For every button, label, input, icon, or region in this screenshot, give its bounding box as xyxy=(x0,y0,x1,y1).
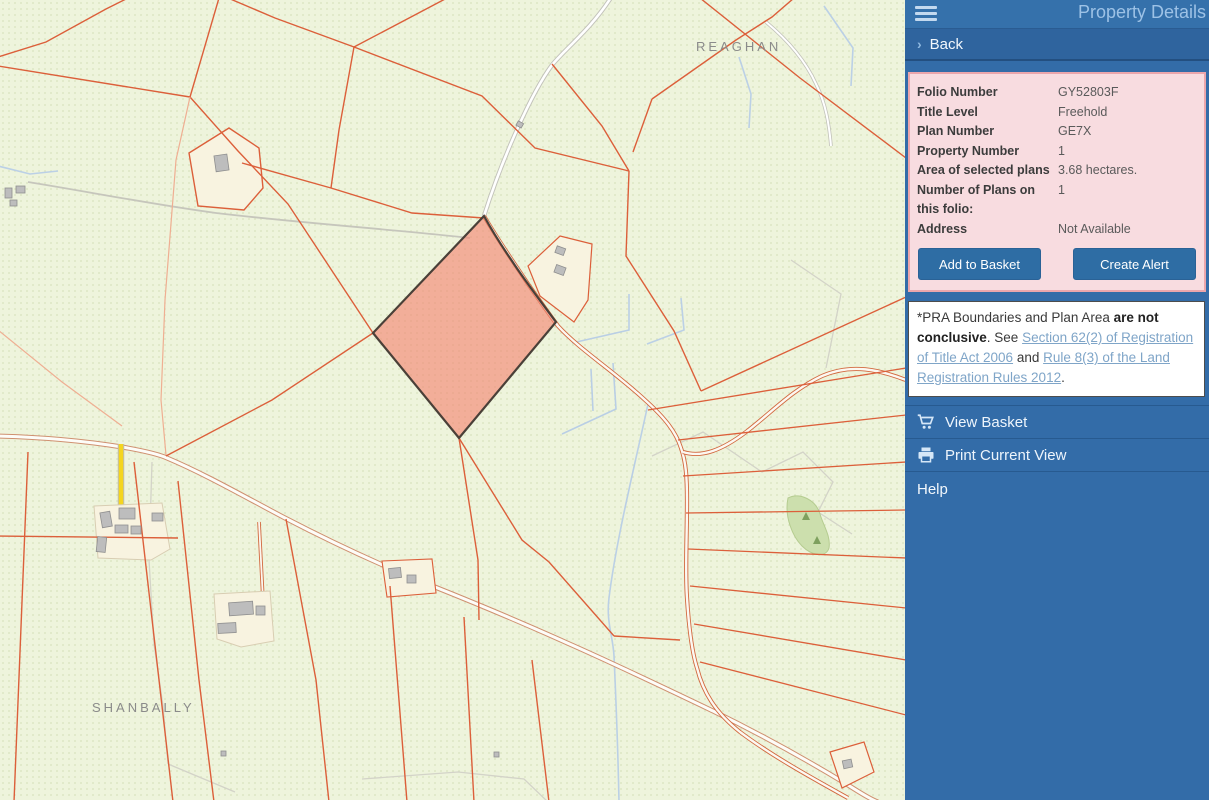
disclaimer-text: and xyxy=(1013,350,1043,365)
chevron-right-icon: › xyxy=(917,36,922,52)
detail-label: Folio Number xyxy=(917,83,1058,103)
add-to-basket-button[interactable]: Add to Basket xyxy=(918,248,1041,280)
print-current-view-button[interactable]: Print Current View xyxy=(905,438,1209,471)
detail-label: Plan Number xyxy=(917,122,1058,142)
printer-icon xyxy=(917,446,935,464)
detail-label: Number of Plans on this folio: xyxy=(917,181,1058,220)
detail-value: GE7X xyxy=(1058,122,1091,142)
property-details-box: Folio Number GY52803F Title Level Freeho… xyxy=(908,72,1206,292)
detail-label: Area of selected plans xyxy=(917,161,1058,181)
detail-label: Title Level xyxy=(917,103,1058,123)
detail-row: Number of Plans on this folio: 1 xyxy=(917,181,1197,220)
disclaimer-text: . See xyxy=(987,330,1022,345)
view-basket-label: View Basket xyxy=(945,414,1027,431)
detail-value: 1 xyxy=(1058,142,1065,162)
back-button[interactable]: › Back xyxy=(905,29,1209,61)
panel-title: Property Details xyxy=(1078,2,1206,23)
detail-value: GY52803F xyxy=(1058,83,1118,103)
detail-row: Folio Number GY52803F xyxy=(917,83,1197,103)
stream-lines xyxy=(0,6,853,800)
cadastral-map xyxy=(0,0,905,800)
detail-value: 1 xyxy=(1058,181,1065,220)
detail-label: Address xyxy=(917,220,1058,240)
townland-label-reaghan: REAGHAN xyxy=(696,39,781,54)
map-canvas[interactable]: REAGHAN SHANBALLY xyxy=(0,0,905,800)
detail-row: Plan Number GE7X xyxy=(917,122,1197,142)
help-button[interactable]: Help xyxy=(905,471,1209,506)
menu-icon[interactable] xyxy=(915,6,937,24)
detail-row: Address Not Available xyxy=(917,220,1197,240)
selected-parcel[interactable] xyxy=(373,216,556,438)
print-current-view-label: Print Current View xyxy=(945,447,1066,464)
townland-label-shanbally: SHANBALLY xyxy=(92,700,195,715)
cart-icon xyxy=(917,413,935,431)
disclaimer-text: . xyxy=(1061,370,1065,385)
help-label: Help xyxy=(917,481,948,498)
detail-value: 3.68 hectares. xyxy=(1058,161,1137,181)
view-basket-button[interactable]: View Basket xyxy=(905,405,1209,438)
detail-value: Freehold xyxy=(1058,103,1107,123)
detail-row: Area of selected plans 3.68 hectares. xyxy=(917,161,1197,181)
detail-value: Not Available xyxy=(1058,220,1131,240)
disclaimer-text: *PRA Boundaries and Plan Area xyxy=(917,310,1114,325)
back-label: Back xyxy=(930,36,963,53)
detail-label: Property Number xyxy=(917,142,1058,162)
detail-row: Property Number 1 xyxy=(917,142,1197,162)
create-alert-button[interactable]: Create Alert xyxy=(1073,248,1196,280)
woodland-patch xyxy=(787,496,829,555)
panel-header: Property Details xyxy=(905,0,1209,29)
detail-row: Title Level Freehold xyxy=(917,103,1197,123)
property-details-panel: Property Details › Back Folio Number GY5… xyxy=(905,0,1209,800)
disclaimer-note: *PRA Boundaries and Plan Area are not co… xyxy=(908,301,1205,397)
light-boundary-lines xyxy=(0,97,190,455)
